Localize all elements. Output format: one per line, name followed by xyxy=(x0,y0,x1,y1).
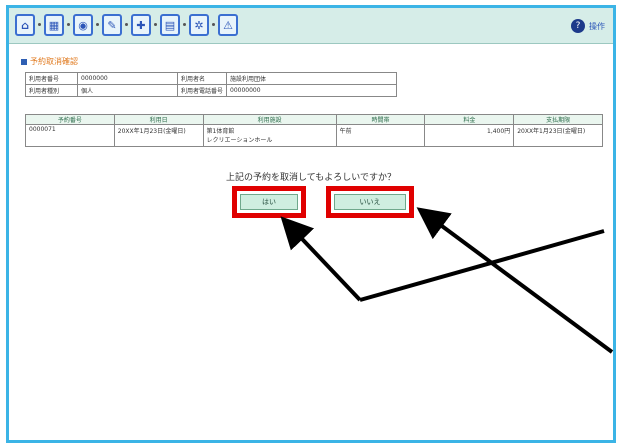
column-header: 時間帯 xyxy=(335,114,426,125)
edit-icon[interactable]: ✎ xyxy=(102,14,122,36)
column-header: 利用日 xyxy=(113,114,204,125)
info-label: 利用者種別 xyxy=(25,84,78,97)
app-window: ⌂ ▦ ◉ ✎ ✚ ▤ ✲ ⚠ ? 操作 予約取消確認 利用者番号 000000… xyxy=(6,5,616,443)
column-header: 支払期限 xyxy=(513,114,603,125)
no-button-highlight: いいえ xyxy=(326,186,414,218)
column-header: 利用施設 xyxy=(202,114,337,125)
info-value: 00000000 xyxy=(226,84,398,97)
info-label: 利用者名 xyxy=(176,72,228,85)
toolbar-separator xyxy=(125,23,128,26)
reservation-time: 午前 xyxy=(335,124,426,147)
no-button[interactable]: いいえ xyxy=(334,194,406,210)
help-label: 操作 xyxy=(589,21,605,31)
toolbar-separator xyxy=(67,23,70,26)
facility-name: 第1体育館 xyxy=(206,128,235,135)
facility-room: レクリエーションホール xyxy=(206,137,273,144)
help-icon: ? xyxy=(571,19,585,33)
search-icon[interactable]: ◉ xyxy=(73,14,93,36)
column-header: 料金 xyxy=(424,114,515,125)
title-bullet-icon xyxy=(21,58,27,65)
reservation-facility: 第1体育館 レクリエーションホール xyxy=(202,124,337,147)
user-info-table: 利用者番号 0000000 利用者名 施設利用団体 利用者種別 個人 利用者電話… xyxy=(25,72,398,97)
info-label: 利用者番号 xyxy=(25,72,78,85)
yes-button-highlight: はい xyxy=(232,186,306,218)
home-icon[interactable]: ⌂ xyxy=(15,14,35,36)
warning-icon[interactable]: ⚠ xyxy=(218,14,238,36)
info-label: 利用者電話番号 xyxy=(176,84,228,97)
calendar-icon[interactable]: ▦ xyxy=(44,14,64,36)
toolbar: ⌂ ▦ ◉ ✎ ✚ ▤ ✲ ⚠ ? 操作 xyxy=(9,8,613,44)
toolbar-separator xyxy=(154,23,157,26)
table-row: 利用者種別 個人 利用者電話番号 00000000 xyxy=(25,84,398,97)
toolbar-separator xyxy=(38,23,41,26)
table-row: 利用者番号 0000000 利用者名 施設利用団体 xyxy=(25,72,398,85)
table-header-row: 予約番号 利用日 利用施設 時間帯 料金 支払期限 xyxy=(25,114,603,125)
toolbar-separator xyxy=(96,23,99,26)
help-link[interactable]: ? 操作 xyxy=(571,18,605,34)
info-value: 個人 xyxy=(77,84,178,97)
tools-icon[interactable]: ✚ xyxy=(131,14,151,36)
print-icon[interactable]: ▤ xyxy=(160,14,180,36)
reservation-fee: 1,400円 xyxy=(424,124,515,147)
table-row: 0000071 20XX年1月23日(金曜日) 第1体育館 レクリエーションホー… xyxy=(25,124,603,147)
confirm-question: 上記の予約を取消してもよろしいですか？ xyxy=(225,173,396,183)
page-title: 予約取消確認 xyxy=(21,56,78,67)
yes-button[interactable]: はい xyxy=(240,194,298,210)
reservation-date: 20XX年1月23日(金曜日) xyxy=(113,124,204,147)
page-title-text: 予約取消確認 xyxy=(30,57,78,66)
toolbar-separator xyxy=(212,23,215,26)
info-value: 0000000 xyxy=(77,72,178,85)
column-header: 予約番号 xyxy=(25,114,115,125)
reservation-table: 予約番号 利用日 利用施設 時間帯 料金 支払期限 0000071 20XX年1… xyxy=(25,114,603,147)
settings-icon[interactable]: ✲ xyxy=(189,14,209,36)
toolbar-separator xyxy=(183,23,186,26)
info-value: 施設利用団体 xyxy=(226,72,398,85)
reservation-number: 0000071 xyxy=(25,124,115,147)
payment-deadline: 20XX年1月23日(金曜日) xyxy=(513,124,603,147)
